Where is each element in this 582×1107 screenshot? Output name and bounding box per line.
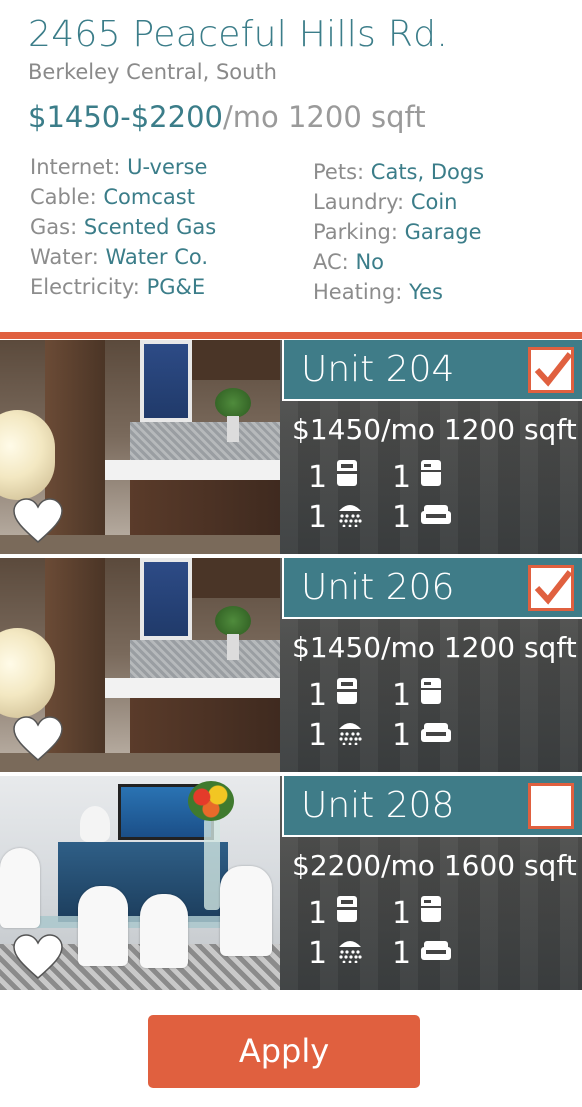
utility-internet: Internet: U-verse	[30, 155, 208, 179]
unit-card-208[interactable]: Unit 208 $2200/mo 1600 sqft 1 1 1 1	[0, 776, 582, 990]
heart-icon[interactable]	[12, 716, 64, 766]
fridge-icon	[420, 458, 442, 498]
unit-specs: 1 1 1 1	[308, 894, 476, 974]
amenity-laundry: Laundry: Coin	[313, 190, 458, 214]
unit-card-206[interactable]: Unit 206 $1450/mo 1200 sqft 1 1 1 1	[0, 558, 582, 772]
listing-price-line: $1450-$2200/mo 1200 sqft	[28, 100, 426, 134]
listing-address: 2465 Peaceful Hills Rd.	[28, 14, 449, 55]
amenity-ac: AC: No	[313, 250, 384, 274]
section-divider	[0, 332, 582, 339]
spec-washer: 1	[308, 676, 392, 716]
spec-bath: 1	[308, 498, 392, 538]
spec-fridge: 1	[392, 894, 476, 934]
unit-specs: 1 1 1 1	[308, 676, 476, 756]
heart-icon[interactable]	[12, 934, 64, 984]
spec-fridge: 1	[392, 458, 476, 498]
unit-name: Unit 204	[301, 349, 455, 390]
listing-sqft: 1200 sqft	[287, 100, 426, 134]
washer-icon	[336, 458, 358, 498]
utility-electricity: Electricity: PG&E	[30, 275, 206, 299]
couch-icon	[420, 716, 452, 756]
fridge-icon	[420, 894, 442, 934]
listing-per-month: /mo	[222, 100, 279, 134]
checkmark-icon	[534, 352, 573, 387]
shower-icon	[336, 716, 364, 756]
unit-header-tab: Unit 208	[282, 776, 582, 837]
amenity-parking: Parking: Garage	[313, 220, 482, 244]
fridge-icon	[420, 676, 442, 716]
listing-header: 2465 Peaceful Hills Rd. Berkeley Central…	[0, 0, 582, 332]
unit-header-tab: Unit 204	[282, 340, 582, 401]
unit-header-tab: Unit 206	[282, 558, 582, 619]
unit-price: $2200/mo 1600 sqft	[292, 849, 577, 882]
washer-icon	[336, 676, 358, 716]
shower-icon	[336, 498, 364, 538]
couch-icon	[420, 498, 452, 538]
utilities-list: Internet: U-verse Cable: Comcast Gas: Sc…	[30, 152, 216, 302]
utility-water: Water: Water Co.	[30, 245, 209, 269]
unit-select-checkbox[interactable]	[528, 347, 574, 393]
amenities-list: Pets: Cats, Dogs Laundry: Coin Parking: …	[313, 157, 484, 307]
heart-icon[interactable]	[12, 498, 64, 548]
utility-cable: Cable: Comcast	[30, 185, 195, 209]
unit-card-204[interactable]: Unit 204 $1450/mo 1200 sqft 1 1 1 1	[0, 340, 582, 554]
unit-price: $1450/mo 1200 sqft	[292, 413, 577, 446]
spec-washer: 1	[308, 458, 392, 498]
shower-icon	[336, 934, 364, 974]
amenity-pets: Pets: Cats, Dogs	[313, 160, 485, 184]
amenity-heating: Heating: Yes	[313, 280, 443, 304]
spec-couch: 1	[392, 934, 476, 974]
spec-fridge: 1	[392, 676, 476, 716]
spec-bath: 1	[308, 716, 392, 756]
spec-bath: 1	[308, 934, 392, 974]
unit-select-checkbox[interactable]	[528, 565, 574, 611]
unit-name: Unit 208	[301, 785, 455, 826]
washer-icon	[336, 894, 358, 934]
listing-neighborhood: Berkeley Central, South	[28, 60, 277, 84]
unit-name: Unit 206	[301, 567, 455, 608]
unit-select-checkbox[interactable]	[528, 783, 574, 829]
listing-price-range: $1450-$2200	[28, 100, 223, 134]
unit-specs: 1 1 1 1	[308, 458, 476, 538]
apply-button[interactable]: Apply	[148, 1015, 420, 1088]
spec-washer: 1	[308, 894, 392, 934]
spec-couch: 1	[392, 498, 476, 538]
spec-couch: 1	[392, 716, 476, 756]
unit-price: $1450/mo 1200 sqft	[292, 631, 577, 664]
couch-icon	[420, 934, 452, 974]
checkmark-icon	[534, 570, 573, 605]
utility-gas: Gas: Scented Gas	[30, 215, 217, 239]
